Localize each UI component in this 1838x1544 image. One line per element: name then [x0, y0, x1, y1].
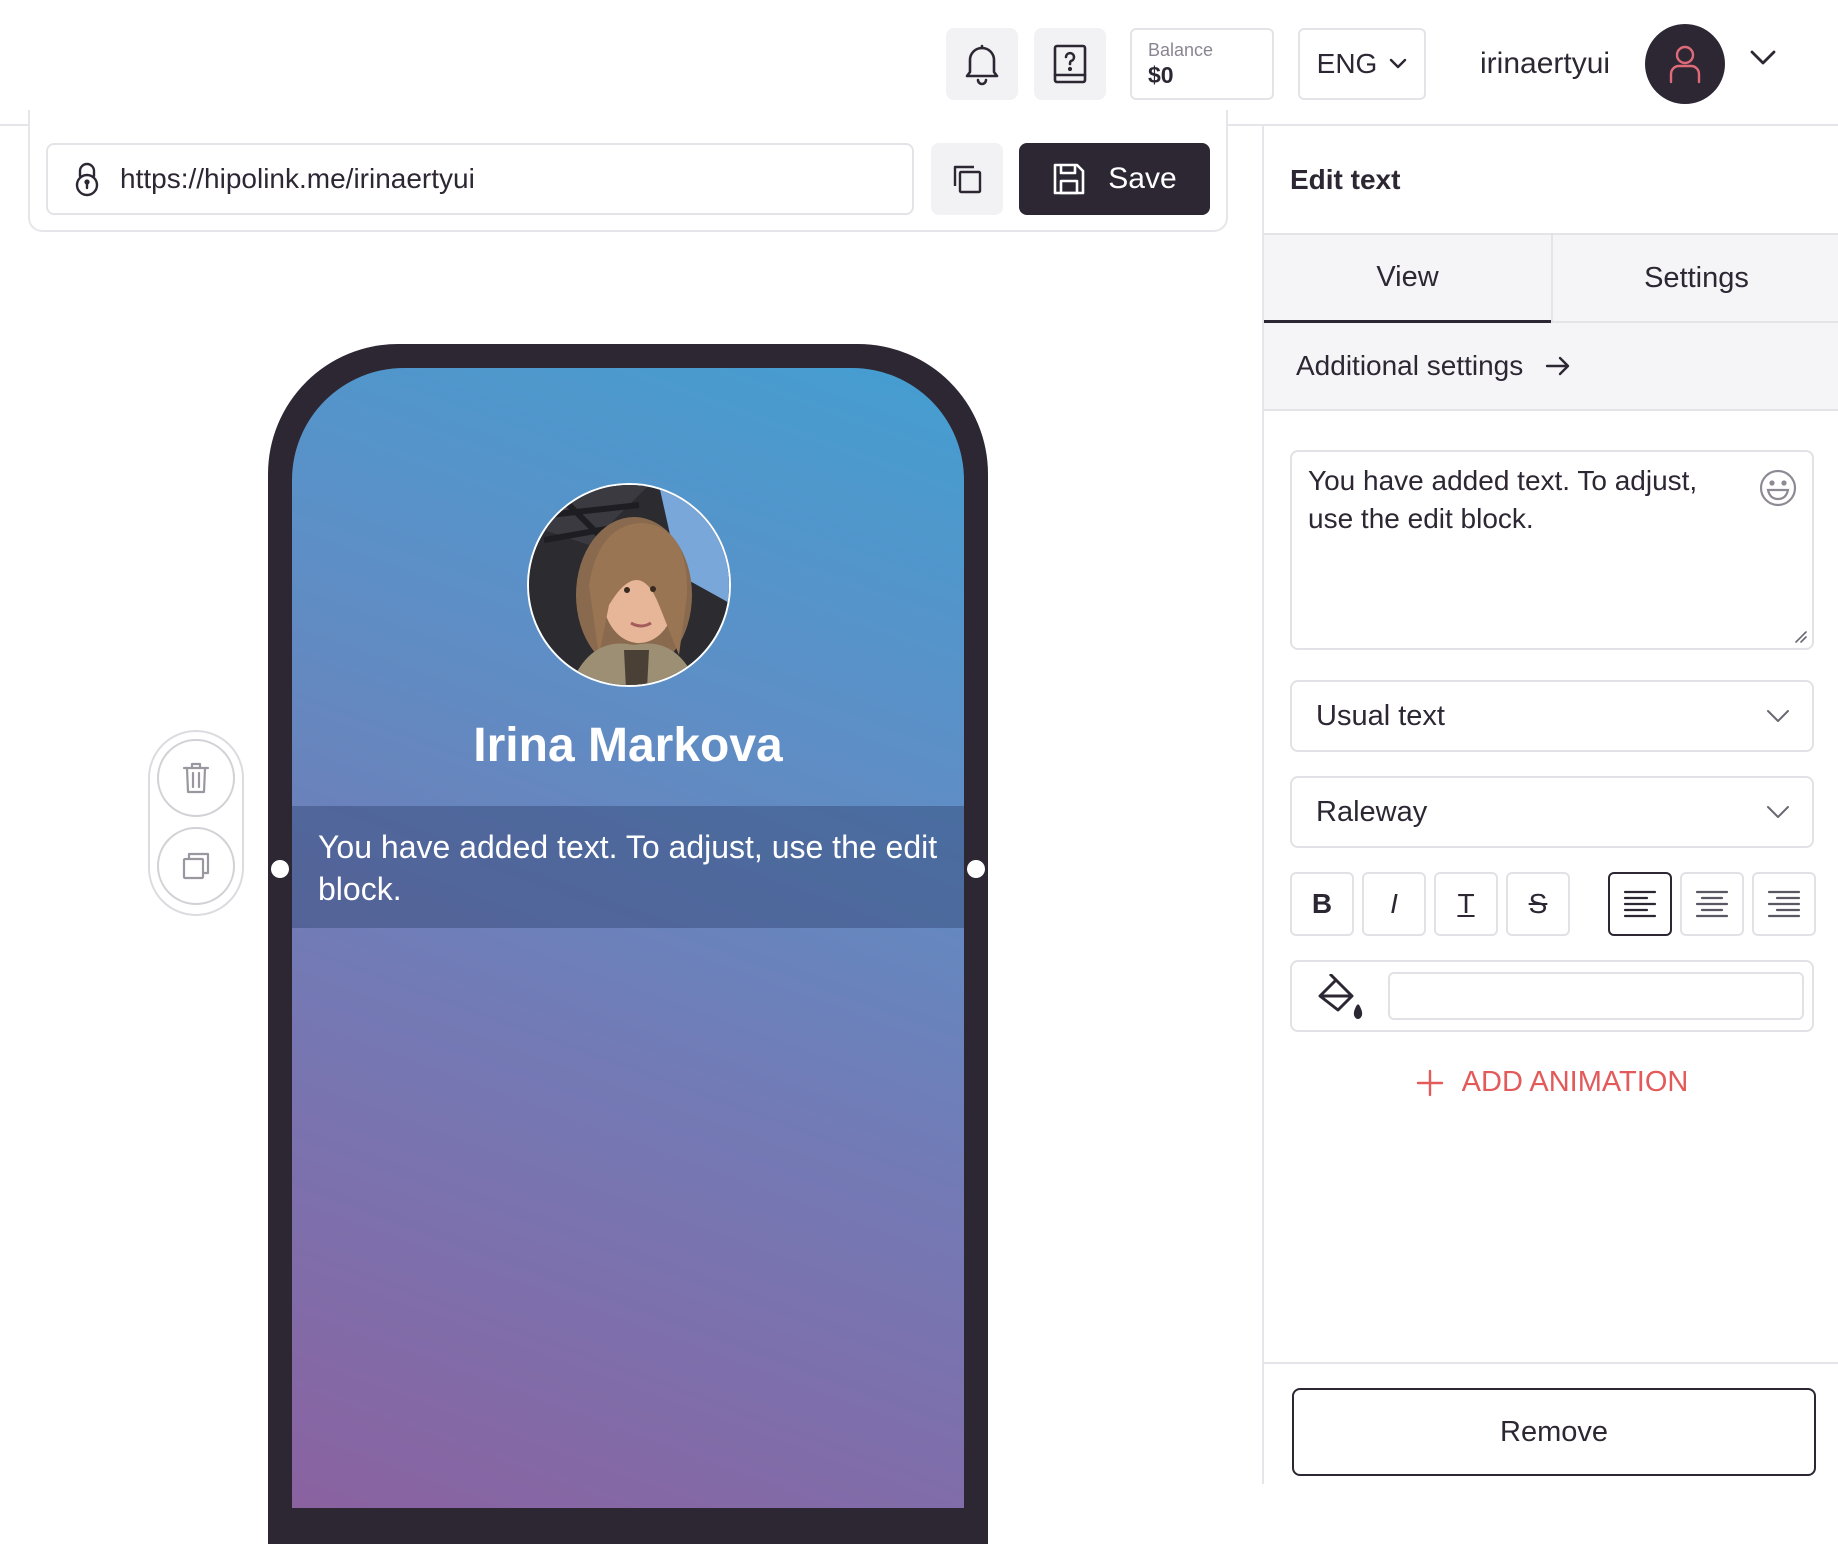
- save-label: Save: [1108, 162, 1177, 195]
- italic-button[interactable]: I: [1362, 872, 1426, 936]
- page-url-text: https://hipolink.me/irinaertyui: [120, 163, 475, 194]
- align-center-button[interactable]: [1680, 872, 1744, 936]
- user-avatar[interactable]: [1645, 24, 1725, 104]
- align-center-icon: [1695, 889, 1729, 919]
- balance-label: Balance: [1148, 40, 1214, 60]
- align-right-button[interactable]: [1752, 872, 1816, 936]
- delete-block-button[interactable]: [157, 739, 235, 817]
- align-left-button[interactable]: [1608, 872, 1672, 936]
- language-label: ENG: [1316, 48, 1378, 79]
- panel-tabs: View Settings: [1264, 233, 1838, 323]
- notifications-button[interactable]: [946, 28, 1018, 100]
- profile-photo[interactable]: [527, 483, 731, 687]
- page-url-field[interactable]: https://hipolink.me/irinaertyui: [46, 143, 914, 215]
- bell-icon: [962, 42, 1002, 86]
- help-book-icon: [1050, 42, 1090, 86]
- phone-screen: Irina Markova You have added text. To ad…: [292, 368, 964, 1508]
- username[interactable]: irinaertyui: [1480, 40, 1610, 88]
- font-value: Raleway: [1316, 795, 1428, 828]
- remove-button[interactable]: Remove: [1292, 1388, 1816, 1476]
- arrow-right-icon: [1545, 356, 1571, 376]
- balance-value: $0: [1148, 62, 1174, 88]
- text-input[interactable]: You have added text. To adjust, use the …: [1290, 450, 1814, 650]
- strikethrough-button[interactable]: S: [1506, 872, 1570, 936]
- resize-handle-left[interactable]: [271, 860, 289, 878]
- bold-button[interactable]: B: [1290, 872, 1354, 936]
- paint-bucket-icon[interactable]: [1314, 974, 1364, 1022]
- text-style-value: Usual text: [1316, 699, 1445, 732]
- panel-footer: Remove: [1264, 1362, 1838, 1484]
- copy-icon: [180, 850, 212, 882]
- save-button[interactable]: Save: [1019, 143, 1210, 215]
- lock-icon: [74, 161, 100, 197]
- panel-title: Edit text: [1290, 164, 1401, 195]
- help-button[interactable]: [1034, 28, 1106, 100]
- copy-icon: [951, 163, 983, 195]
- chevron-down-icon: [1389, 58, 1407, 70]
- profile-name: Irina Markova: [473, 719, 783, 772]
- text-input-value: You have added text. To adjust, use the …: [1308, 465, 1698, 534]
- chevron-down-icon: [1766, 805, 1790, 819]
- copy-url-button[interactable]: [931, 143, 1003, 215]
- color-input[interactable]: [1388, 972, 1804, 1020]
- user-menu-chevron-icon[interactable]: [1750, 50, 1776, 66]
- align-right-icon: [1767, 889, 1801, 919]
- emoji-icon[interactable]: [1758, 468, 1798, 508]
- text-style-select[interactable]: Usual text: [1290, 680, 1814, 752]
- resize-grip-icon[interactable]: [1792, 628, 1808, 644]
- top-bar: Balance $0 ENG irinaertyui: [0, 0, 1838, 126]
- additional-settings-label: Additional settings: [1296, 350, 1524, 381]
- text-color-row: [1290, 960, 1814, 1032]
- align-left-icon: [1623, 889, 1657, 919]
- tab-settings[interactable]: Settings: [1551, 235, 1838, 323]
- font-select[interactable]: Raleway: [1290, 776, 1814, 848]
- add-animation-label: ADD ANIMATION: [1461, 1066, 1689, 1098]
- plus-icon: [1416, 1069, 1444, 1097]
- underline-button[interactable]: T: [1434, 872, 1498, 936]
- resize-handle-right[interactable]: [967, 860, 985, 878]
- floppy-disk-icon: [1052, 162, 1086, 196]
- language-selector[interactable]: ENG: [1298, 28, 1426, 100]
- add-animation-button[interactable]: ADD ANIMATION: [1264, 1066, 1838, 1099]
- balance-box[interactable]: Balance $0: [1130, 28, 1274, 100]
- user-icon: [1668, 44, 1702, 84]
- trash-icon: [181, 761, 211, 795]
- chevron-down-icon: [1766, 709, 1790, 723]
- additional-settings-link[interactable]: Additional settings: [1264, 323, 1838, 411]
- text-block-preview[interactable]: You have added text. To adjust, use the …: [292, 806, 964, 928]
- edit-text-panel: Edit text View Settings Additional setti…: [1262, 126, 1838, 1484]
- tab-view[interactable]: View: [1264, 235, 1551, 323]
- block-tools: [148, 730, 244, 916]
- duplicate-block-button[interactable]: [157, 827, 235, 905]
